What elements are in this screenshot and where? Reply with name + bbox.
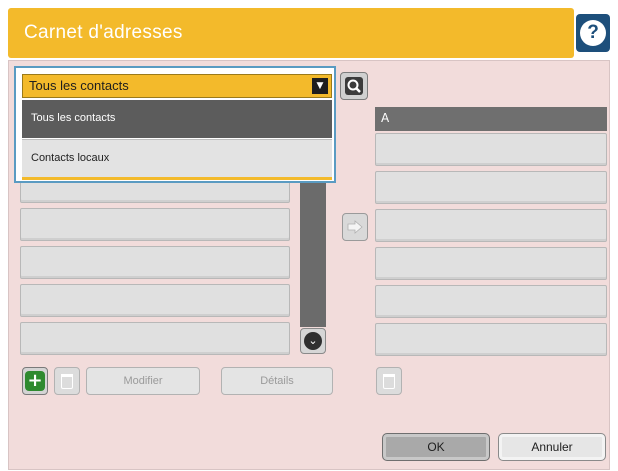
contacts-filter-select[interactable]: Tous les contacts ▼ — [22, 74, 332, 98]
dropdown-accent-line — [22, 177, 332, 180]
add-icon: + — [25, 371, 45, 391]
trash-icon — [61, 373, 73, 389]
title-bar: Carnet d'adresses — [8, 8, 574, 58]
list-item[interactable] — [20, 246, 290, 279]
list-item[interactable] — [375, 323, 607, 356]
help-button[interactable]: ? — [576, 14, 610, 52]
dropdown-option-all-contacts[interactable]: Tous les contacts — [22, 100, 332, 138]
list-item[interactable] — [375, 209, 607, 242]
search-button[interactable] — [340, 72, 368, 100]
add-to-recipients-button[interactable] — [342, 213, 368, 241]
list-item[interactable] — [20, 208, 290, 241]
search-icon — [345, 77, 363, 95]
dropdown-option-local-contacts[interactable]: Contacts locaux — [22, 139, 332, 177]
remove-recipient-button[interactable] — [376, 367, 402, 395]
scroll-down-button[interactable]: ⌄ — [300, 328, 326, 354]
chevron-down-icon: ▼ — [312, 78, 328, 94]
list-item[interactable] — [375, 133, 607, 166]
trash-icon — [383, 373, 395, 389]
modify-button[interactable]: Modifier — [86, 367, 200, 395]
cancel-button[interactable]: Annuler — [498, 433, 606, 461]
dropdown-selected-value: Tous les contacts — [29, 78, 129, 93]
page-title: Carnet d'adresses — [24, 22, 183, 43]
list-item[interactable] — [375, 247, 607, 280]
scrollbar-track[interactable] — [300, 170, 326, 327]
list-item[interactable] — [20, 284, 290, 317]
list-item[interactable] — [375, 171, 607, 204]
recipients-header: A — [375, 107, 607, 131]
delete-contact-button[interactable] — [54, 367, 80, 395]
list-item[interactable] — [20, 322, 290, 355]
help-icon: ? — [580, 20, 606, 46]
details-button[interactable]: Détails — [221, 367, 333, 395]
chevron-down-icon: ⌄ — [304, 332, 322, 350]
list-item[interactable] — [375, 285, 607, 318]
ok-button[interactable]: OK — [382, 433, 490, 461]
address-book-screen: Carnet d'adresses ? ⌄ A Tous les contact… — [0, 0, 618, 471]
arrow-right-icon — [347, 220, 363, 234]
add-contact-button[interactable]: + — [22, 367, 48, 395]
